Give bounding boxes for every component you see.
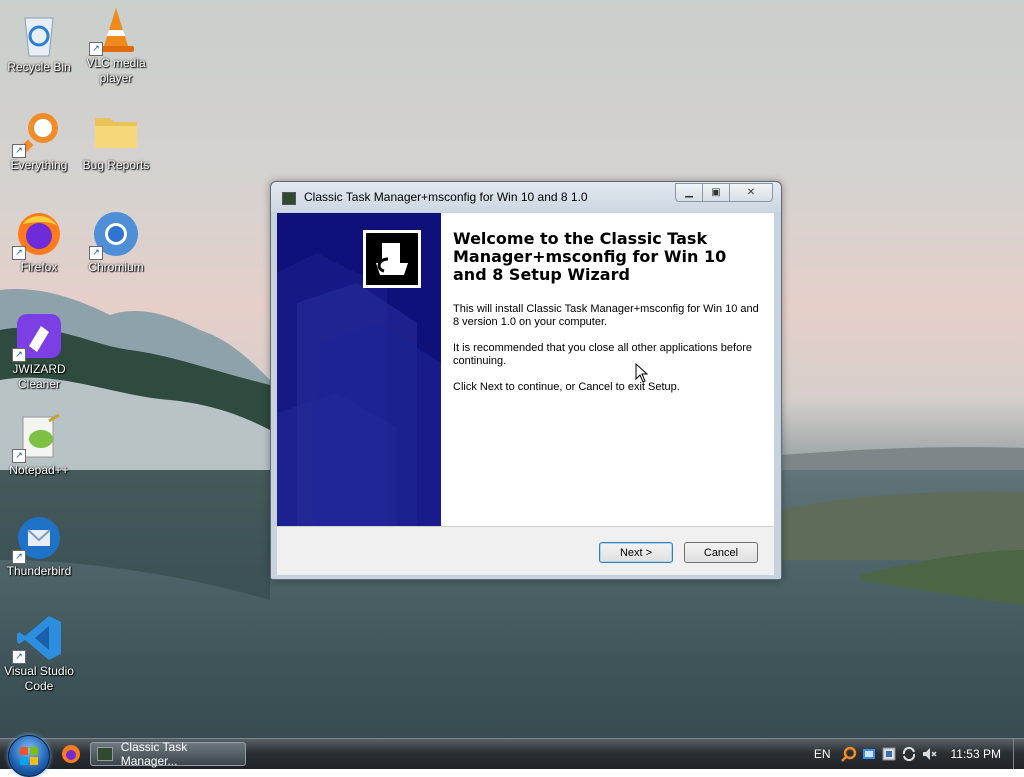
desktop-icon-vlc[interactable]: ↗ VLC media player — [76, 6, 156, 86]
desktop-icon-label: JWIZARD Cleaner — [12, 362, 66, 391]
setup-wizard-window: Classic Task Manager+msconfig for Win 10… — [270, 181, 782, 580]
app-icon — [282, 192, 296, 205]
desktop-icon-label: Thunderbird — [6, 564, 72, 578]
desktop-icon-chromium[interactable]: ↗ Chromium — [76, 210, 156, 275]
desktop-icon-bug-reports[interactable]: Bug Reports — [76, 108, 156, 173]
system-tray: EN 11:53 PM — [814, 739, 1024, 769]
quicklaunch-firefox[interactable] — [60, 743, 84, 765]
desktop-icon-label: Bug Reports — [82, 158, 150, 172]
recycle-bin-icon — [24, 17, 54, 57]
shortcut-arrow-icon: ↗ — [89, 42, 103, 56]
desktop-icon-thunderbird[interactable]: ↗ Thunderbird — [0, 514, 79, 579]
show-desktop-button[interactable] — [1013, 739, 1024, 769]
close-icon: ✕ — [746, 187, 756, 198]
wizard-banner — [277, 213, 441, 526]
caption-buttons: ▁ ▣ ✕ — [675, 183, 773, 202]
window-title: Classic Task Manager+msconfig for Win 10… — [304, 190, 588, 204]
shortcut-arrow-icon: ↗ — [12, 650, 26, 664]
firefox-icon — [62, 745, 80, 763]
installer-logo — [363, 230, 421, 288]
shortcut-arrow-icon: ↗ — [12, 348, 26, 362]
language-indicator[interactable]: EN — [814, 747, 831, 761]
intro-text: This will install Classic Task Manager+m… — [453, 303, 759, 328]
maximize-button[interactable]: ▣ — [702, 183, 729, 202]
wizard-client-area: Welcome to the Classic Task Manager+msco… — [277, 213, 774, 575]
shortcut-arrow-icon: ↗ — [12, 550, 26, 564]
shortcut-arrow-icon: ↗ — [89, 246, 103, 260]
maximize-icon: ▣ — [711, 187, 721, 198]
taskbar-button-label: Classic Task Manager... — [120, 740, 188, 768]
network-tray-icon[interactable] — [861, 746, 877, 762]
volume-muted-icon[interactable] — [921, 746, 937, 762]
installer-box-icon — [376, 243, 408, 275]
wizard-heading: Welcome to the Classic Task Manager+msco… — [453, 229, 727, 284]
desktop-icon-label: Everything — [10, 158, 68, 172]
minimize-button[interactable]: ▁ — [675, 183, 702, 202]
mouse-cursor-icon — [635, 363, 649, 383]
close-button[interactable]: ✕ — [729, 183, 773, 202]
desktop-icon-jwizard-cleaner[interactable]: ↗ JWIZARD Cleaner — [0, 312, 79, 392]
cancel-button[interactable]: Cancel — [684, 542, 758, 563]
desktop-icon-firefox[interactable]: ↗ Firefox — [0, 210, 79, 275]
desktop-icon-label: Visual Studio Code — [4, 664, 74, 693]
window-titlebar[interactable]: Classic Task Manager+msconfig for Win 10… — [271, 182, 781, 212]
wizard-button-bar: Next > Cancel — [277, 526, 774, 575]
desktop-icon-everything[interactable]: ↗ Everything — [0, 108, 79, 173]
desktop-icon-label: Chromium — [88, 260, 144, 274]
desktop-icon-label: Notepad++ — [9, 463, 69, 477]
sync-tray-icon[interactable] — [901, 746, 917, 762]
wizard-content: Welcome to the Classic Task Manager+msco… — [441, 213, 774, 526]
desktop-icon-label: Recycle Bin — [7, 60, 71, 74]
clock[interactable]: 11:53 PM — [951, 747, 1001, 761]
windows-logo-icon — [20, 747, 38, 765]
desktop-icon-label: Firefox — [20, 260, 58, 274]
start-button[interactable] — [8, 735, 50, 777]
shortcut-arrow-icon: ↗ — [12, 246, 26, 260]
shortcut-arrow-icon: ↗ — [12, 144, 26, 158]
security-tray-icon[interactable] — [881, 746, 897, 762]
app-icon — [97, 747, 113, 761]
next-button[interactable]: Next > — [599, 542, 673, 563]
instruction-text: Click Next to continue, or Cancel to exi… — [453, 381, 680, 393]
desktop-icon-label: VLC media player — [86, 56, 146, 85]
shortcut-arrow-icon: ↗ — [12, 449, 26, 463]
taskbar: Classic Task Manager... EN 11:53 PM — [0, 735, 1024, 777]
desktop-icon-notepadpp[interactable]: ↗ Notepad++ — [0, 413, 79, 478]
minimize-icon: ▁ — [685, 187, 693, 198]
recommendation-text: It is recommended that you close all oth… — [453, 342, 752, 367]
desktop-icon-recycle-bin[interactable]: Recycle Bin — [0, 10, 79, 75]
desktop-icon-vscode[interactable]: ↗ Visual Studio Code — [0, 614, 79, 694]
search-tray-icon[interactable] — [840, 746, 857, 762]
taskbar-button-setup[interactable]: Classic Task Manager... — [90, 740, 246, 768]
folder-icon — [95, 118, 137, 148]
